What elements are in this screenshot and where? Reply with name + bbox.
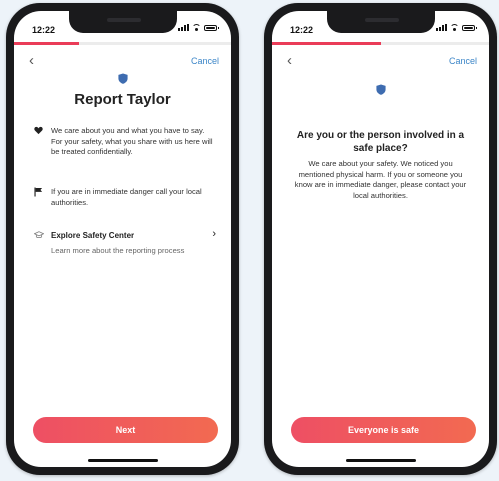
- status-icons: [178, 23, 219, 31]
- danger-item: If you are in immediate danger call your…: [34, 187, 217, 208]
- wifi-icon: [450, 24, 459, 31]
- safety-check-screen: 12:22 ‹ Cancel Are you or the person inv…: [272, 11, 489, 467]
- back-chevron-icon[interactable]: ‹: [287, 53, 292, 68]
- status-time: 12:22: [32, 25, 56, 35]
- status-icons: [436, 23, 477, 31]
- phone-frame-report: 12:22 ‹ Cancel Report Taylor We care abo…: [6, 3, 239, 475]
- progress-bar: [14, 42, 231, 45]
- safety-center-subtitle: Learn more about the reporting process: [51, 246, 185, 255]
- progress-bar: [272, 42, 489, 45]
- page-title: Report Taylor: [74, 91, 171, 108]
- heart-icon: [34, 126, 43, 158]
- battery-icon: [462, 25, 477, 31]
- question-title: Are you or the person involved in a safe…: [296, 130, 465, 154]
- shield-icon: [375, 84, 386, 95]
- status-time: 12:22: [290, 25, 314, 35]
- progress-fill: [272, 42, 381, 45]
- progress-fill: [14, 42, 80, 45]
- wifi-icon: [192, 24, 201, 31]
- safety-center-link[interactable]: Explore Safety Center Learn more about t…: [33, 231, 217, 257]
- confidentiality-text: We care about you and what you have to s…: [51, 126, 213, 156]
- chevron-right-icon[interactable]: ›: [212, 228, 216, 240]
- graduation-cap-icon: [33, 231, 45, 257]
- danger-text: If you are in immediate danger call your…: [51, 187, 202, 207]
- confidentiality-item: We care about you and what you have to s…: [34, 126, 217, 158]
- home-indicator: [345, 459, 416, 462]
- phone-frame-safety-check: 12:22 ‹ Cancel Are you or the person inv…: [264, 3, 497, 475]
- battery-icon: [204, 25, 219, 31]
- signal-icon: [178, 23, 189, 31]
- flag-icon: [34, 187, 43, 208]
- everyone-safe-button[interactable]: Everyone is safe: [291, 417, 476, 443]
- cancel-button[interactable]: Cancel: [449, 56, 477, 66]
- signal-icon: [436, 23, 447, 31]
- home-indicator: [87, 459, 158, 462]
- next-button[interactable]: Next: [33, 417, 218, 443]
- report-screen: 12:22 ‹ Cancel Report Taylor We care abo…: [14, 11, 231, 467]
- safety-message: We care about your safety. We noticed yo…: [294, 159, 467, 200]
- shield-icon: [117, 73, 128, 84]
- cancel-button[interactable]: Cancel: [191, 56, 219, 66]
- phone-notch: [68, 11, 177, 33]
- phone-notch: [326, 11, 435, 33]
- safety-center-title: Explore Safety Center: [51, 231, 135, 240]
- back-chevron-icon[interactable]: ‹: [29, 53, 34, 68]
